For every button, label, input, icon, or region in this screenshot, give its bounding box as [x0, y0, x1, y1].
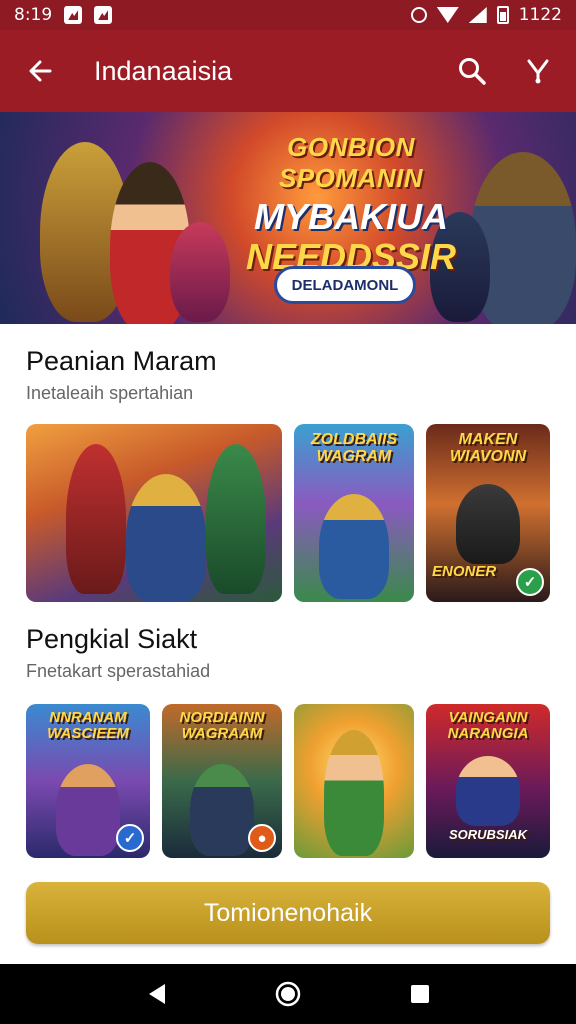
tile-3-hero: [456, 484, 520, 564]
tile-6-hero: [324, 730, 384, 856]
banner-hero-creature: [170, 222, 230, 322]
section-1-subtitle: Inetaleaih spertahian: [26, 383, 194, 403]
filter-icon: [527, 59, 549, 84]
alarm-icon: [410, 7, 427, 23]
section-2-subtitle: Fnetakart sperastahiad: [26, 661, 211, 681]
section-1-title: Peanian Maram: [26, 346, 217, 376]
tile-5-badge-icon: ●: [248, 824, 276, 852]
tile-3-label: MAKEN WIAVONN: [449, 431, 527, 465]
app-screen: 8:19 1122 Indanaaisia GONBION SPOMANIN M…: [0, 0, 576, 1024]
game-tile-featured[interactable]: [26, 424, 282, 602]
game-tile-2[interactable]: ZOLDBAIIS WAGRAM: [294, 424, 414, 602]
filter-button[interactable]: [520, 53, 556, 89]
status-time: 8:19: [14, 5, 53, 25]
status-battery-text: 1122: [518, 5, 562, 25]
tile-7-hero: [456, 756, 520, 826]
game-tile-7[interactable]: VAINGANN NARANGIA SORUBSIAK: [426, 704, 550, 858]
banner-button[interactable]: DELADAMONL: [274, 266, 416, 304]
app-bar: Indanaaisia: [0, 30, 576, 112]
cell-signal-icon: [468, 7, 487, 23]
app-bar-actions: [454, 53, 556, 89]
system-nav-bar: [0, 964, 576, 1024]
status-bar: 8:19 1122: [0, 0, 576, 30]
game-tile-3[interactable]: MAKEN WIAVONN ENONER ✓: [426, 424, 550, 602]
tile-7-label: VAINGANN NARANGIA: [447, 709, 529, 742]
status-left: 8:19: [14, 5, 113, 25]
section-2-title: Pengkial Siakt: [26, 624, 198, 654]
tile-2-hero: [319, 494, 389, 599]
search-button[interactable]: [454, 53, 490, 89]
tile-7-footer: SORUBSIAK: [448, 827, 527, 842]
recents-square-icon: [411, 985, 429, 1003]
tile-4-badge-icon: ✓: [116, 824, 144, 852]
nav-home-button[interactable]: [268, 974, 308, 1014]
tile-hero-green: [206, 444, 266, 594]
notification-icon-2: [94, 6, 113, 24]
tile-hero-blue: [126, 474, 206, 602]
tile-5-hero: [190, 764, 254, 856]
wifi-icon: [436, 7, 459, 23]
banner-line-1: GONBION SPOMANIN: [278, 132, 424, 193]
banner-line-2: MYBAKIUA: [254, 196, 448, 237]
home-circle-icon: [275, 981, 301, 1007]
promo-banner[interactable]: GONBION SPOMANIN MYBAKIUA NEEDDSSIR DELA…: [0, 112, 576, 324]
back-button[interactable]: [20, 51, 60, 91]
primary-cta-button[interactable]: Tomionenohaik: [26, 882, 550, 944]
tile-5-label: NORDIAINN WAGRAAM: [179, 709, 265, 742]
notification-icon: [64, 6, 83, 24]
back-triangle-icon: [149, 984, 165, 1004]
nav-recents-button[interactable]: [400, 974, 440, 1014]
nav-back-button[interactable]: [136, 974, 176, 1014]
page-title: Indanaaisia: [94, 55, 233, 86]
game-tile-5[interactable]: NORDIAINN WAGRAAM ●: [162, 704, 282, 858]
tile-4-hero: [56, 764, 120, 856]
game-tile-6[interactable]: [294, 704, 414, 858]
banner-headline: GONBION SPOMANIN MYBAKIUA NEEDDSSIR: [236, 132, 466, 278]
game-tile-4[interactable]: NNRANAM WASCIEEM ✓: [26, 704, 150, 858]
tile-hero-red: [66, 444, 126, 594]
battery-icon: [496, 6, 509, 24]
search-icon: [459, 58, 486, 85]
back-arrow-icon: [29, 60, 52, 82]
tile-3-badge-icon: ✓: [516, 568, 544, 596]
status-right: 1122: [410, 5, 562, 25]
tile-4-label: NNRANAM WASCIEEM: [47, 709, 129, 742]
tile-2-label: ZOLDBAIIS WAGRAM: [310, 431, 398, 465]
